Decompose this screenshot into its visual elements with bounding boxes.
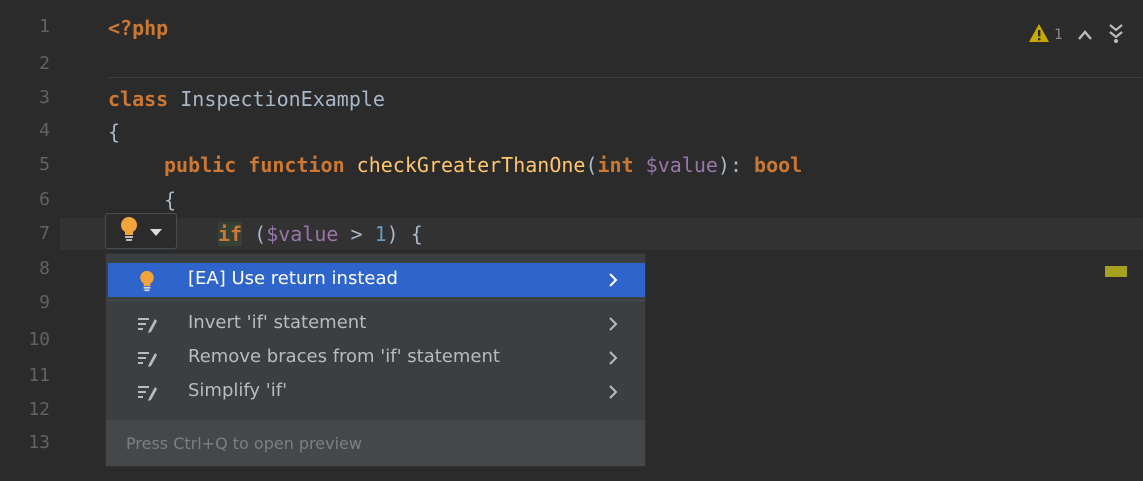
- line-number-gutter: 1 2 3 4 5 6 7 8 9 10 11 12 13: [0, 0, 60, 481]
- function-name: checkGreaterThanOne: [356, 153, 586, 177]
- code-line-5: public function checkGreaterThanOne(int …: [164, 150, 802, 180]
- line-number: 6: [39, 189, 50, 210]
- submenu-arrow-icon: [606, 314, 620, 334]
- line-number: 2: [39, 53, 50, 74]
- intention-actions-popup: [EA] Use return instead Invert 'if' stat…: [105, 253, 646, 467]
- submenu-arrow-icon: [606, 270, 620, 290]
- number-literal: 1: [374, 222, 387, 246]
- code-line-3: class InspectionExample: [108, 84, 385, 114]
- intention-item-simplify-if[interactable]: Simplify 'if': [108, 375, 645, 409]
- line-number: 1: [39, 16, 50, 37]
- method-separator: [108, 77, 1143, 78]
- intention-label: Simplify 'if': [188, 380, 288, 401]
- intention-icon: [136, 314, 158, 334]
- return-type-colon: ):: [717, 153, 755, 177]
- warning-stripe-marker[interactable]: [1105, 266, 1127, 277]
- line-number: 12: [28, 399, 50, 420]
- line-number: 5: [39, 154, 50, 175]
- lightbulb-icon: [136, 270, 158, 292]
- menu-separator: [108, 300, 645, 301]
- warning-count: 1: [1054, 27, 1063, 43]
- line-number: 10: [28, 329, 50, 350]
- line-number: 11: [28, 365, 50, 386]
- line-number: 9: [39, 292, 50, 313]
- open-brace: {: [108, 120, 121, 144]
- intention-item-remove-braces[interactable]: Remove braces from 'if' statement: [108, 341, 645, 375]
- intention-icon: [136, 382, 158, 402]
- paren-open: (: [585, 153, 598, 177]
- int-keyword: int: [597, 153, 634, 177]
- submenu-arrow-icon: [606, 382, 620, 402]
- function-keyword: function: [248, 153, 345, 177]
- popup-footer-hint: Press Ctrl+Q to open preview: [106, 420, 645, 466]
- method-open-brace: {: [164, 188, 177, 212]
- param-variable: $value: [645, 153, 718, 177]
- class-name: InspectionExample: [168, 87, 385, 111]
- php-open-tag: <?php: [108, 16, 169, 40]
- if-keyword: if: [218, 222, 243, 246]
- bool-keyword: bool: [754, 153, 803, 177]
- intention-label: Remove braces from 'if' statement: [188, 346, 500, 367]
- intention-label: Invert 'if' statement: [188, 312, 367, 333]
- submenu-arrow-icon: [606, 348, 620, 368]
- intention-item-use-return[interactable]: [EA] Use return instead: [108, 263, 645, 297]
- previous-highlight-icon[interactable]: [1077, 26, 1093, 45]
- if-paren-close: ) {: [386, 222, 423, 246]
- if-variable: $value: [266, 222, 339, 246]
- if-paren-open: (: [242, 222, 267, 246]
- line-number: 8: [39, 258, 50, 279]
- code-line-1: <?php: [108, 13, 168, 43]
- inspection-widget[interactable]: 1: [1028, 22, 1125, 48]
- code-line-4: {: [108, 117, 120, 147]
- warning-icon[interactable]: [1028, 23, 1050, 47]
- line-number: 7: [39, 223, 50, 244]
- intention-item-invert-if[interactable]: Invert 'if' statement: [108, 307, 645, 341]
- code-line-6: {: [164, 185, 176, 215]
- intention-icon: [136, 348, 158, 368]
- next-highlight-icon[interactable]: [1107, 22, 1125, 48]
- code-editor[interactable]: 1 2 3 4 5 6 7 8 9 10 11 12 13 <?php clas…: [0, 0, 1143, 481]
- intention-label: [EA] Use return instead: [188, 268, 398, 289]
- code-line-7: if ($value > 1) {: [218, 219, 423, 249]
- lightbulb-icon: [119, 216, 139, 246]
- class-keyword: class: [108, 87, 169, 111]
- line-number: 13: [28, 432, 50, 453]
- intention-bulb-button[interactable]: [105, 213, 177, 249]
- line-number: 3: [39, 87, 50, 108]
- gt-operator: >: [338, 222, 375, 246]
- dropdown-arrow-icon: [149, 222, 163, 241]
- public-keyword: public: [164, 153, 237, 177]
- line-number: 4: [39, 120, 50, 141]
